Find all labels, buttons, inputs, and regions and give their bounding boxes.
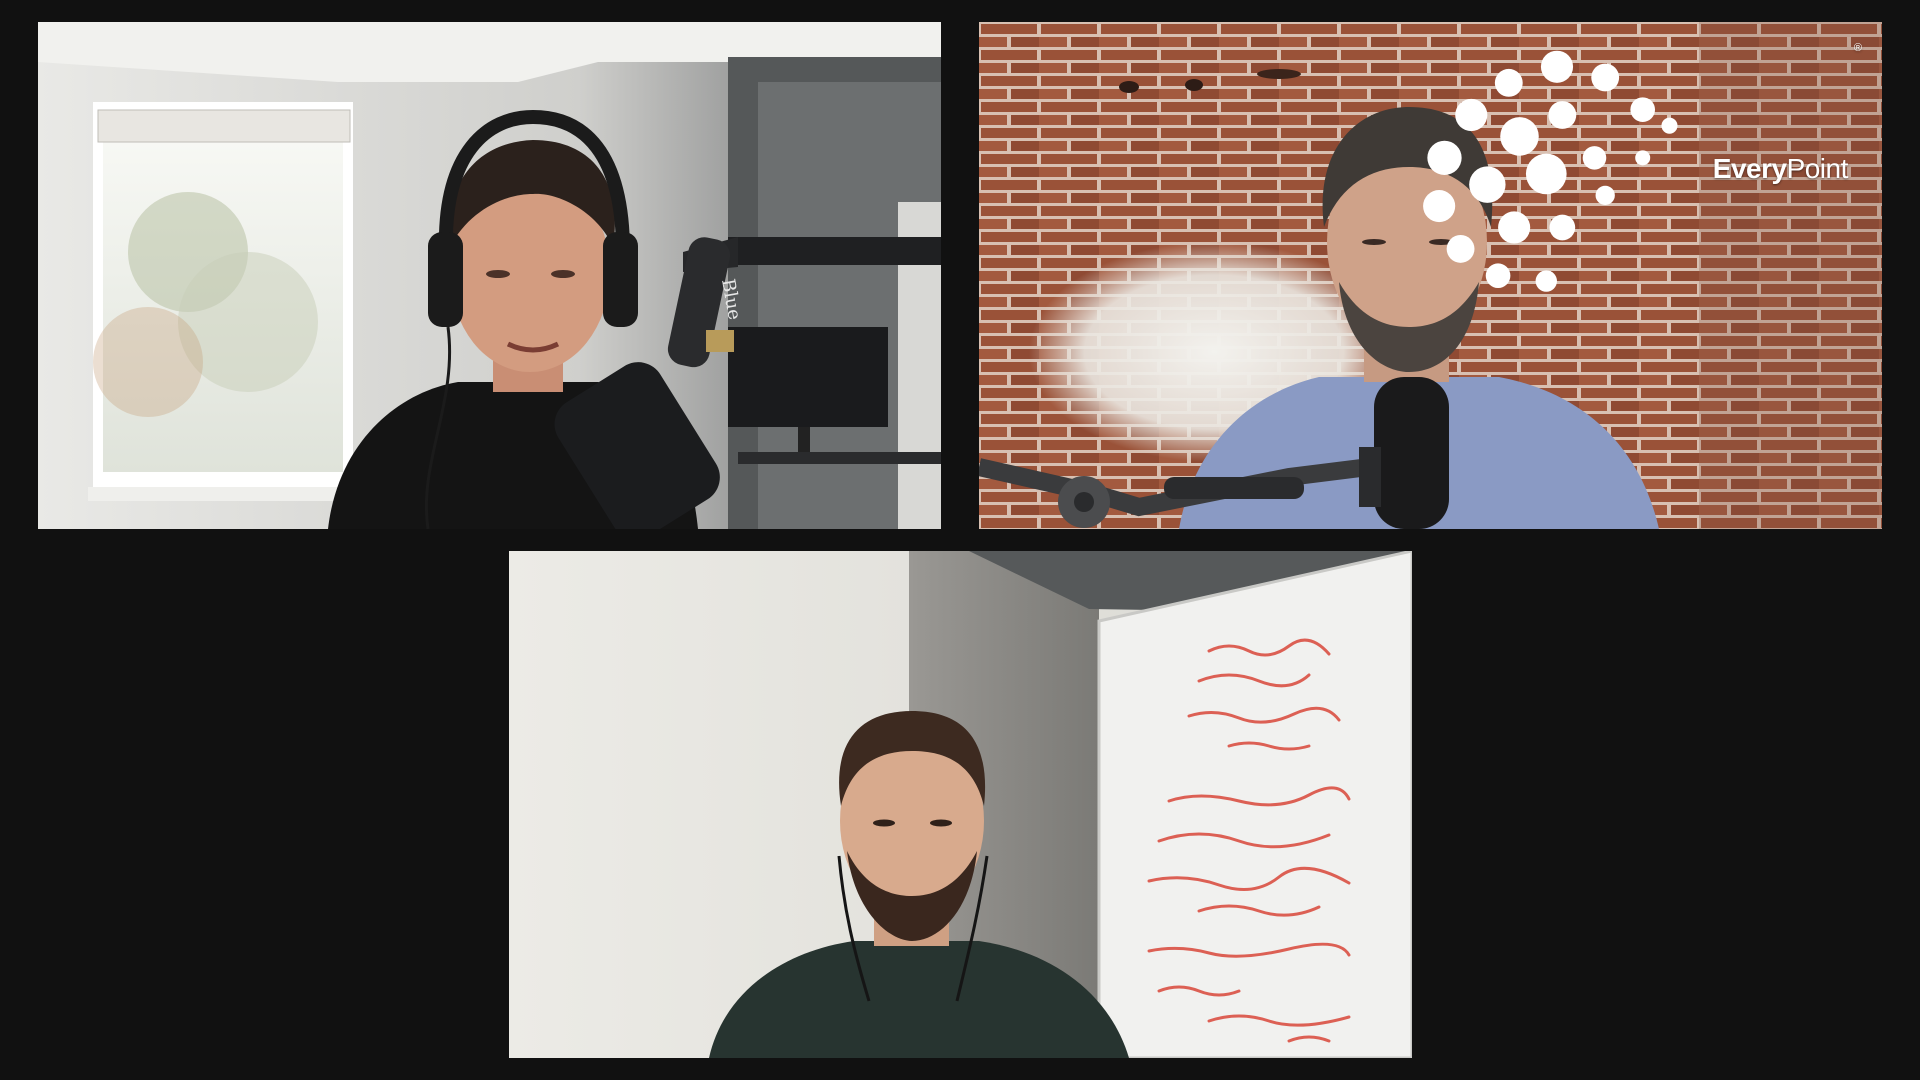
brand-name-light: Point xyxy=(1786,152,1849,184)
participant-tile-3[interactable] xyxy=(509,551,1412,1058)
participant-tile-2[interactable]: EveryPoint ® xyxy=(979,22,1882,529)
brand-name: EveryPoint xyxy=(1712,152,1849,184)
brand-name-bold: Every xyxy=(1712,152,1787,184)
participant-3-video xyxy=(509,551,1412,1058)
video-call-grid: Blue EveryPoint ® xyxy=(0,0,1920,1080)
registered-mark: ® xyxy=(1853,42,1862,54)
everypoint-logo-icon xyxy=(1422,50,1678,292)
participant-tile-1[interactable]: Blue xyxy=(38,22,941,529)
participant-1-video: Blue xyxy=(38,22,941,529)
brand-watermark: EveryPoint ® xyxy=(1407,40,1862,297)
